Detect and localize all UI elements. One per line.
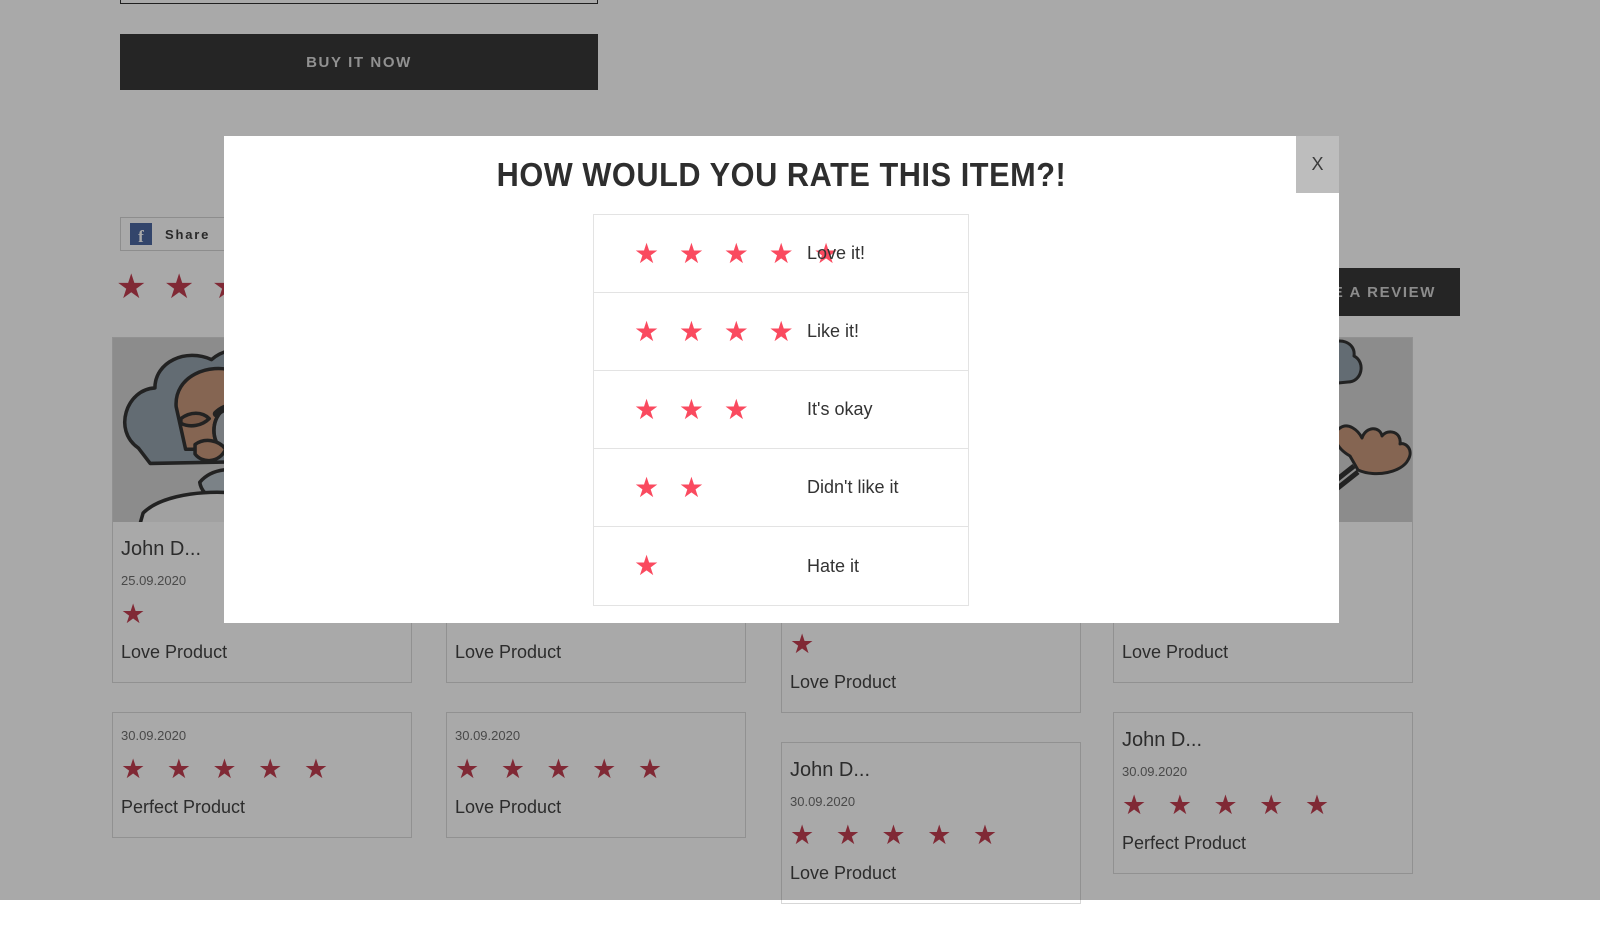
rating-option-1-star[interactable]: ★Hate it — [594, 527, 968, 605]
modal-title: How would you rate this item?! — [263, 156, 1300, 194]
rating-option-stars: ★ ★ ★ — [594, 396, 807, 424]
rating-option-label: Like it! — [807, 321, 859, 342]
rating-option-label: Love it! — [807, 243, 865, 264]
rating-option-stars: ★ — [594, 552, 807, 580]
rating-option-label: It's okay — [807, 399, 872, 420]
rating-options-list: ★ ★ ★ ★ ★Love it!★ ★ ★ ★Like it!★ ★ ★It'… — [593, 214, 969, 606]
close-icon[interactable]: X — [1296, 136, 1339, 193]
rating-option-5-star[interactable]: ★ ★ ★ ★ ★Love it! — [594, 215, 968, 293]
rating-option-label: Hate it — [807, 556, 859, 577]
modal-overlay[interactable]: How would you rate this item?! X ★ ★ ★ ★… — [0, 0, 1600, 900]
rating-option-3-star[interactable]: ★ ★ ★It's okay — [594, 371, 968, 449]
rating-option-2-star[interactable]: ★ ★Didn't like it — [594, 449, 968, 527]
rating-option-stars: ★ ★ — [594, 474, 807, 502]
rating-modal: How would you rate this item?! X ★ ★ ★ ★… — [224, 136, 1339, 623]
rating-option-stars: ★ ★ ★ ★ ★ — [594, 240, 807, 268]
rating-option-label: Didn't like it — [807, 477, 898, 498]
rating-option-4-star[interactable]: ★ ★ ★ ★Like it! — [594, 293, 968, 371]
rating-option-stars: ★ ★ ★ ★ — [594, 318, 807, 346]
